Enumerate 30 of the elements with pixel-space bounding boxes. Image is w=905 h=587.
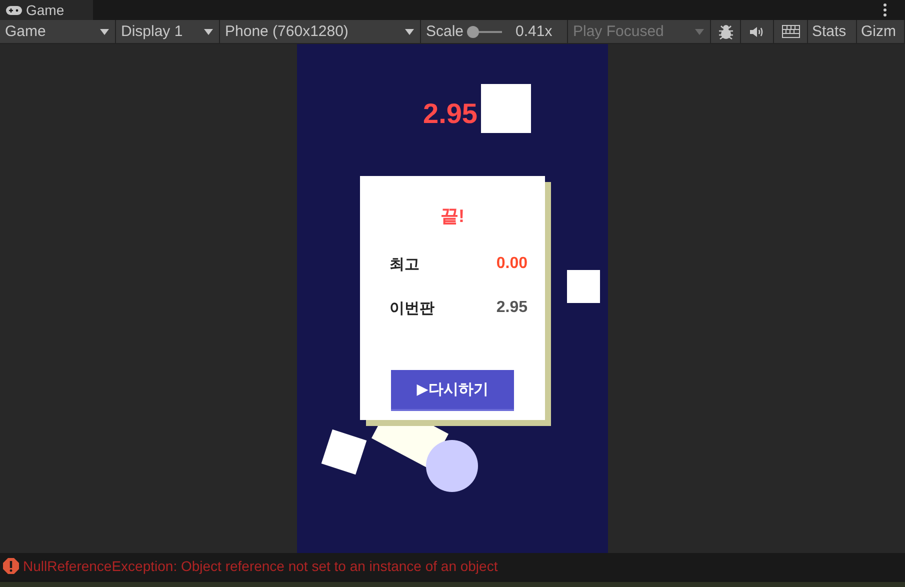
more-options-icon[interactable] <box>883 3 887 17</box>
speaker-icon <box>750 26 764 38</box>
scale-value: 0.41x <box>516 23 552 40</box>
keyboard-icon <box>782 25 800 38</box>
slider-thumb[interactable] <box>467 26 480 38</box>
score-label: 최고 <box>390 254 420 274</box>
square-shape <box>481 84 531 133</box>
error-message: NullReferenceException: Object reference not set to an instance of an object <box>23 558 498 574</box>
dropdown[interactable]: Game <box>0 20 116 43</box>
square-shape <box>567 270 600 303</box>
game-tab[interactable]: Game <box>0 0 93 20</box>
error-icon <box>3 558 19 574</box>
caret-icon <box>204 28 213 34</box>
toolbar-button[interactable]: Stats <box>808 20 857 43</box>
caret-icon <box>695 28 704 34</box>
dropdown[interactable]: Phone (760x1280) <box>220 20 421 43</box>
circle-shape <box>426 440 478 492</box>
dropdown[interactable]: Display 1 <box>116 20 220 43</box>
result-title: 끝! <box>440 205 464 228</box>
score-value: 0.00 <box>496 255 528 273</box>
caret-icon <box>405 28 414 34</box>
scale-label: Scale <box>426 23 464 40</box>
score-label: 이번판 <box>390 298 434 318</box>
toolbar-button[interactable]: Gizm <box>857 20 905 43</box>
gamepad-icon <box>6 6 22 14</box>
caret-icon <box>100 28 109 34</box>
retry-button[interactable]: ▶다시하기 <box>391 370 514 411</box>
score-value: 2.95 <box>496 299 528 317</box>
bug-icon <box>718 24 734 40</box>
score-text: 2.95 <box>423 98 478 130</box>
